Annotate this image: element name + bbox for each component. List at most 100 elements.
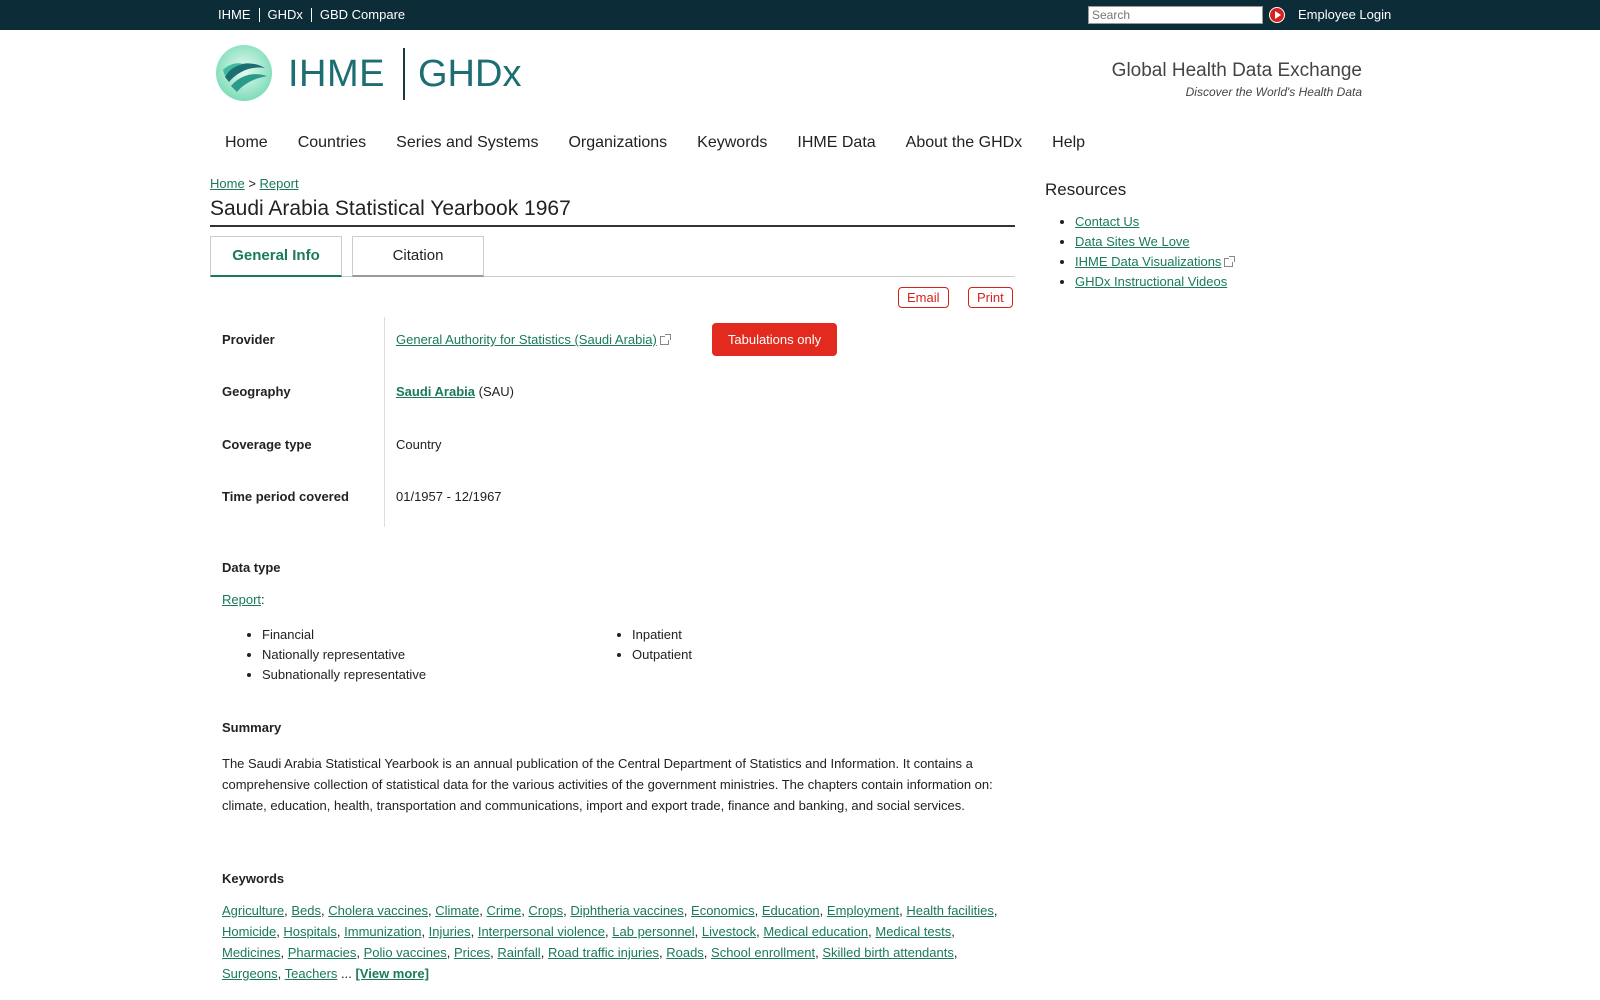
top-link-ghdx[interactable]: GHDx [268, 7, 303, 22]
nav-ihme-data[interactable]: IHME Data [797, 134, 875, 152]
keyword-link[interactable]: School enrollment [711, 945, 815, 960]
time-period-label: Time period covered [222, 489, 349, 504]
keywords-ellipsis: ... [337, 966, 356, 981]
keyword-link[interactable]: Employment [827, 903, 899, 918]
keyword-link[interactable]: Health facilities [906, 903, 993, 918]
keyword-link[interactable]: Skilled birth attendants [822, 945, 954, 960]
divider [258, 7, 260, 22]
nav-series-and-systems[interactable]: Series and Systems [396, 134, 538, 152]
page-title: Saudi Arabia Statistical Yearbook 1967 [210, 197, 1015, 227]
data-sites-link[interactable]: Data Sites We Love [1075, 234, 1190, 249]
keyword-link[interactable]: Education [762, 903, 820, 918]
keyword-link[interactable]: Crime [487, 903, 522, 918]
keyword-link[interactable]: Beds [291, 903, 321, 918]
keyword-link[interactable]: Immunization [344, 924, 421, 939]
keyword-link[interactable]: Diphtheria vaccines [570, 903, 683, 918]
data-type-label: Data type [222, 560, 281, 575]
keyword-link[interactable]: Lab personnel [612, 924, 694, 939]
nav-countries[interactable]: Countries [298, 134, 366, 152]
ihme-viz-link[interactable]: IHME Data Visualizations [1075, 254, 1221, 269]
geography-label: Geography [222, 384, 291, 399]
list-item: Outpatient [632, 647, 692, 662]
keyword-link[interactable]: Hospitals [283, 924, 336, 939]
nav-organizations[interactable]: Organizations [568, 134, 667, 152]
breadcrumb-report[interactable]: Report [260, 176, 299, 191]
ihme-logo-icon[interactable] [215, 44, 273, 102]
keyword-link[interactable]: Medical education [763, 924, 868, 939]
keyword-link[interactable]: Medicines [222, 945, 281, 960]
resources-list: Contact Us Data Sites We Love IHME Data … [1075, 214, 1236, 294]
keywords-label: Keywords [222, 871, 285, 886]
keyword-link[interactable]: Injuries [429, 924, 471, 939]
external-link-icon [659, 334, 671, 345]
keyword-link[interactable]: Interpersonal violence [478, 924, 605, 939]
geography-code: (SAU) [478, 384, 514, 399]
keyword-link[interactable]: Polio vaccines [364, 945, 447, 960]
keyword-link[interactable]: Medical tests [875, 924, 951, 939]
top-link-ihme[interactable]: IHME [218, 7, 251, 22]
tagline: Global Health Data Exchange Discover the… [1112, 60, 1362, 99]
top-links: IHME GHDx GBD Compare [218, 7, 405, 22]
data-type-value: Report: [222, 592, 265, 607]
keyword-link[interactable]: Climate [435, 903, 479, 918]
list-item: Data Sites We Love [1075, 234, 1233, 249]
keyword-link[interactable]: Homicide [222, 924, 276, 939]
coverage-type-value: Country [396, 437, 442, 452]
list-item: IHME Data Visualizations [1075, 254, 1236, 269]
nav-home[interactable]: Home [225, 134, 268, 152]
keyword-link[interactable]: Prices [454, 945, 490, 960]
keyword-link[interactable]: Economics [691, 903, 755, 918]
logo-ghdx-text[interactable]: GHDx [418, 53, 521, 96]
keyword-link[interactable]: Road traffic injuries [548, 945, 659, 960]
list-item: Nationally representative [262, 647, 426, 662]
print-button[interactable]: Print [968, 287, 1013, 308]
tagline-title: Global Health Data Exchange [1111, 60, 1362, 81]
data-type-report-link[interactable]: Report [222, 592, 261, 607]
breadcrumb: Home > Report [210, 176, 299, 191]
breadcrumb-separator: > [248, 176, 256, 191]
breadcrumb-home[interactable]: Home [210, 176, 245, 191]
tagline-subtitle: Discover the World's Health Data [1185, 85, 1362, 99]
email-button[interactable]: Email [898, 287, 949, 308]
tabulations-only-badge[interactable]: Tabulations only [712, 323, 837, 356]
keyword-link[interactable]: Roads [666, 945, 704, 960]
time-period-value: 01/1957 - 12/1967 [396, 489, 502, 504]
keyword-link[interactable]: Pharmacies [288, 945, 357, 960]
list-item: Contact Us [1075, 214, 1233, 229]
data-type-list-1: Financial Nationally representative Subn… [262, 627, 426, 687]
instructional-videos-link[interactable]: GHDx Instructional Videos [1075, 274, 1227, 289]
nav-keywords[interactable]: Keywords [697, 134, 767, 152]
search-input[interactable] [1088, 6, 1263, 24]
search-submit-icon[interactable] [1269, 7, 1285, 23]
main-nav: Home Countries Series and Systems Organi… [225, 134, 1115, 152]
keyword-link[interactable]: Rainfall [497, 945, 540, 960]
list-item: Financial [262, 627, 426, 642]
provider-label: Provider [222, 332, 275, 347]
keyword-link[interactable]: Agriculture [222, 903, 284, 918]
provider-link[interactable]: General Authority for Statistics (Saudi … [396, 332, 657, 347]
geography-value: Saudi Arabia (SAU) [396, 384, 514, 399]
top-link-gbd-compare[interactable]: GBD Compare [320, 7, 405, 22]
list-item: Inpatient [632, 627, 692, 642]
tab-citation[interactable]: Citation [352, 236, 484, 277]
contact-us-link[interactable]: Contact Us [1075, 214, 1139, 229]
details-divider [384, 317, 385, 527]
provider-value: General Authority for Statistics (Saudi … [396, 332, 671, 347]
summary-text: The Saudi Arabia Statistical Yearbook is… [222, 756, 993, 813]
divider [310, 7, 312, 22]
list-item: Subnationally representative [262, 667, 426, 682]
employee-login-link[interactable]: Employee Login [1298, 7, 1391, 22]
view-more-link[interactable]: [View more] [355, 966, 428, 981]
keyword-link[interactable]: Cholera vaccines [328, 903, 428, 918]
logo-ihme-text[interactable]: IHME [288, 53, 385, 96]
geography-link[interactable]: Saudi Arabia [396, 384, 475, 399]
nav-about[interactable]: About the GHDx [906, 134, 1023, 152]
keyword-link[interactable]: Surgeons [222, 966, 278, 981]
keyword-link[interactable]: Livestock [702, 924, 756, 939]
external-link-icon [1224, 256, 1236, 267]
data-type-list-2: Inpatient Outpatient [632, 627, 692, 667]
keyword-link[interactable]: Teachers [285, 966, 338, 981]
tab-general-info[interactable]: General Info [210, 236, 342, 277]
nav-help[interactable]: Help [1052, 134, 1085, 152]
keyword-link[interactable]: Crops [528, 903, 563, 918]
